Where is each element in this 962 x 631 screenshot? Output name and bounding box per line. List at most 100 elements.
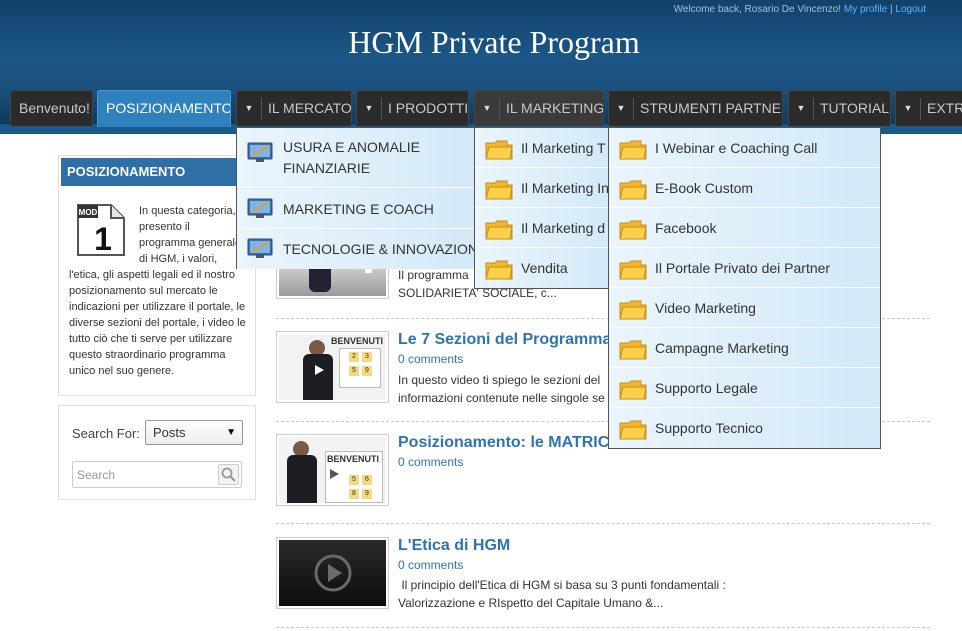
menu-item-label: MARKETING E COACH xyxy=(283,201,434,217)
menu-item-supporto-tecnico[interactable]: Supporto Tecnico xyxy=(609,408,880,448)
menu-item-label: USURA E ANOMALIE FINANZIARIE xyxy=(283,139,420,176)
play-icon xyxy=(315,365,324,375)
caret-down-icon: ▼ xyxy=(226,427,236,438)
excerpt-line: Valorizzazione e RIspetto del Capitale U… xyxy=(398,596,664,610)
menu-item-label: Il Marketing T xyxy=(521,140,606,156)
tab-extra[interactable]: ▼ EXTRA xyxy=(895,90,962,126)
computer-icon xyxy=(247,198,273,218)
post-comments[interactable]: 0 comments xyxy=(398,558,463,572)
folder-icon xyxy=(619,300,647,320)
tab-i-prodotti[interactable]: ▼ I PRODOTTI xyxy=(356,90,469,126)
logout-link[interactable]: Logout xyxy=(895,4,926,15)
tab-label: I PRODOTTI xyxy=(388,100,469,116)
menu-item-portale-privato[interactable]: Il Portale Privato dei Partner xyxy=(609,248,880,288)
post-item: L'Etica di HGM 0 comments Il principio d… xyxy=(276,537,936,611)
menu-item-label: Video Marketing xyxy=(655,300,756,316)
tab-posizionamento[interactable]: POSIZIONAMENTO xyxy=(97,90,231,127)
thumb-text: BENVENUTI xyxy=(331,336,384,346)
search-button[interactable] xyxy=(218,464,239,485)
post-title[interactable]: Posizionamento: le MATRICI xyxy=(398,434,614,452)
folder-icon xyxy=(619,380,647,400)
post-excerpt: Il principio dell'Etica di HGM si basa s… xyxy=(398,576,818,612)
post-comments[interactable]: 0 comments xyxy=(398,352,463,366)
caret-down-icon: ▼ xyxy=(796,103,806,113)
menu-item-ebook[interactable]: E-Book Custom xyxy=(609,168,880,208)
menu-item-supporto-legale[interactable]: Supporto Legale xyxy=(609,368,880,408)
menu-item-label: Supporto Legale xyxy=(655,380,758,396)
menu-item-label: Vendita xyxy=(521,260,568,276)
menu-item-webinar[interactable]: I Webinar e Coaching Call xyxy=(609,128,880,168)
menu-item-label: Facebook xyxy=(655,220,717,236)
tab-benvenuto[interactable]: Benvenuto! xyxy=(10,90,93,126)
divider xyxy=(813,98,814,121)
folder-icon xyxy=(619,140,647,160)
folder-icon xyxy=(619,420,647,440)
menu-item-vendita[interactable]: Vendita xyxy=(475,248,613,288)
my-profile-link[interactable]: My profile xyxy=(844,4,887,15)
dropdown-il-marketing: Il Marketing T Il Marketing In Il Market… xyxy=(474,127,614,289)
caret-down-icon: ▼ xyxy=(482,103,492,113)
tab-il-marketing[interactable]: ▼ IL MARKETING xyxy=(474,90,604,126)
tab-label: IL MERCATO xyxy=(268,100,352,116)
menu-item-tecnologie[interactable]: TECNOLOGIE & INNOVAZIONE xyxy=(237,229,487,269)
tab-label: STRUMENTI PARTNER xyxy=(640,100,783,116)
search-widget: Search For: Posts ▼ xyxy=(58,405,256,500)
site-title[interactable]: HGM Private Program xyxy=(0,24,962,61)
tab-label: TUTORIAL xyxy=(820,100,889,116)
divider xyxy=(381,98,382,121)
tab-tutorial[interactable]: ▼ TUTORIAL xyxy=(788,90,891,126)
caret-down-icon: ▼ xyxy=(903,103,913,113)
post-comments[interactable]: 0 comments xyxy=(398,455,463,469)
tab-label: EXTRA xyxy=(927,100,962,116)
select-value: Posts xyxy=(153,425,186,440)
separator: | xyxy=(890,4,893,15)
menu-item-label: I Webinar e Coaching Call xyxy=(655,140,818,156)
tab-il-mercato[interactable]: ▼ IL MERCATO xyxy=(236,90,352,126)
menu-item-label: Il Portale Privato dei Partner xyxy=(655,260,831,276)
divider xyxy=(633,98,634,121)
category-widget: POSIZIONAMENTO MOD 1 In questa categoria… xyxy=(58,155,256,396)
category-description-wrap: In questa categoria, presento il program… xyxy=(69,203,249,379)
tab-label: IL MARKETING xyxy=(506,100,604,116)
user-bar: Welcome back, Rosario De Vincenzo! My pr… xyxy=(674,4,926,15)
search-for-label: Search For: xyxy=(72,426,140,441)
post-title[interactable]: Le 7 Sezioni del Programma xyxy=(398,331,611,349)
tab-label: POSIZIONAMENTO xyxy=(106,100,231,116)
folder-icon xyxy=(485,180,513,200)
divider xyxy=(261,98,262,121)
folder-icon xyxy=(485,260,513,280)
play-icon xyxy=(330,469,339,479)
menu-item-campagne-marketing[interactable]: Campagne Marketing xyxy=(609,328,880,368)
post-thumbnail[interactable] xyxy=(276,537,389,609)
folder-icon xyxy=(619,340,647,360)
category-title: POSIZIONAMENTO xyxy=(61,158,253,186)
folder-icon xyxy=(619,260,647,280)
search-input[interactable] xyxy=(73,462,213,487)
menu-item-marketing-in[interactable]: Il Marketing In xyxy=(475,168,613,208)
menu-item-facebook[interactable]: Facebook xyxy=(609,208,880,248)
menu-item-usura[interactable]: USURA E ANOMALIE FINANZIARIE xyxy=(237,128,485,188)
search-box xyxy=(72,461,242,488)
tab-label: Benvenuto! xyxy=(19,100,90,116)
excerpt-line: Il principio dell'Etica di HGM si basa s… xyxy=(398,578,726,592)
post-title[interactable]: L'Etica di HGM xyxy=(398,537,510,555)
caret-down-icon: ▼ xyxy=(616,103,626,113)
computer-icon xyxy=(247,238,273,258)
post-divider xyxy=(276,627,930,628)
post-thumbnail[interactable]: BENVENUTI 2 3 5 9 xyxy=(276,331,389,403)
play-icon xyxy=(314,554,352,592)
post-thumbnail[interactable]: BENVENUTI 5 6 8 9 xyxy=(276,434,389,506)
search-icon xyxy=(221,467,236,482)
menu-item-marketing-d[interactable]: Il Marketing d xyxy=(475,208,613,248)
folder-icon xyxy=(485,220,513,240)
folder-icon xyxy=(619,220,647,240)
dropdown-strumenti-partner: I Webinar e Coaching Call E-Book Custom … xyxy=(608,127,881,449)
menu-item-label: Campagne Marketing xyxy=(655,340,789,356)
menu-item-marketing-t[interactable]: Il Marketing T xyxy=(475,128,613,168)
divider xyxy=(920,98,921,121)
tab-strumenti-partner[interactable]: ▼ STRUMENTI PARTNER xyxy=(608,90,783,126)
computer-icon xyxy=(247,142,273,162)
menu-item-video-marketing[interactable]: Video Marketing xyxy=(609,288,880,328)
menu-item-marketing-coach[interactable]: MARKETING E COACH xyxy=(237,189,485,229)
search-type-select[interactable]: Posts ▼ xyxy=(145,420,243,445)
